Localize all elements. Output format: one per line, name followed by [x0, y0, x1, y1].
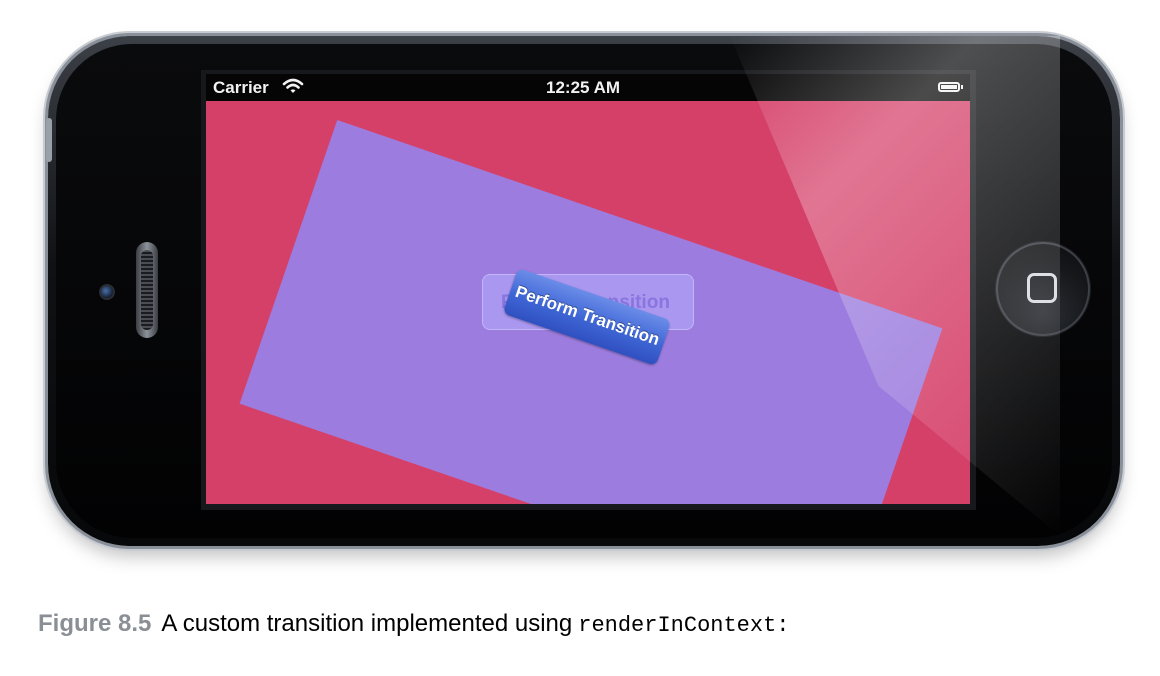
status-bar: Carrier 12:25 AM [206, 74, 970, 101]
caption-text: A custom transition implemented using [161, 610, 573, 637]
battery-level [941, 85, 957, 89]
status-time: 12:25 AM [546, 78, 621, 97]
battery-icon [938, 82, 963, 92]
volume-button [46, 118, 52, 162]
device-screen: Carrier 12:25 AM Perform Transition Perf… [206, 74, 970, 504]
earpiece-speaker [136, 242, 158, 338]
speaker-grill [141, 250, 153, 330]
home-square-icon [1027, 273, 1057, 303]
caption-code: renderInContext: [578, 613, 790, 638]
wifi-icon [282, 78, 304, 93]
figure-caption: Figure 8.5 A custom transition implemente… [38, 610, 789, 642]
carrier-name: Carrier [213, 78, 269, 97]
front-camera-icon [99, 284, 115, 300]
figure-number: Figure 8.5 [38, 610, 152, 637]
app-content: Perform Transition Perform Transition [206, 101, 970, 504]
home-button[interactable] [996, 242, 1090, 336]
